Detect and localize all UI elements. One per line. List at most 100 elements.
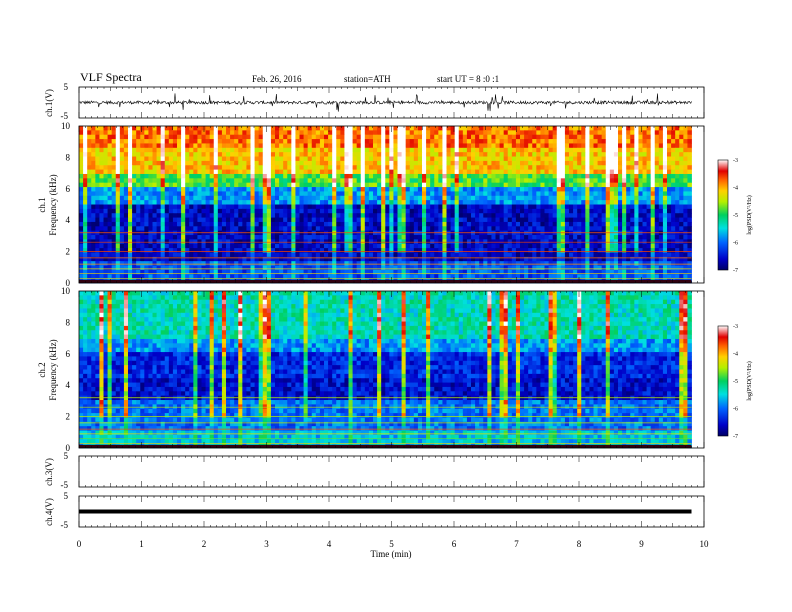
spectrogram-cell — [495, 261, 500, 266]
spectrogram-cell — [111, 226, 117, 232]
spectrogram-cell — [332, 160, 337, 166]
spectrogram-cell — [491, 130, 496, 136]
spectrogram-cell — [605, 248, 611, 253]
spectrogram-cell — [409, 134, 415, 140]
spectrogram-cell — [254, 182, 260, 188]
spectrogram-cell — [103, 204, 108, 210]
spectrogram-cell — [193, 239, 198, 245]
spectrogram-cell — [560, 134, 566, 140]
spectrogram-cell — [520, 187, 525, 192]
spectrogram-cell — [205, 235, 211, 240]
spectrogram-cell — [499, 243, 505, 249]
spectrogram-cell — [409, 182, 415, 188]
spectrogram-cell — [446, 139, 451, 144]
spectrogram-cell — [548, 235, 554, 240]
spectrogram-cell — [434, 239, 439, 245]
spectrogram-cell — [471, 187, 476, 192]
spectrogram-cell — [597, 208, 603, 214]
spectrogram-cell — [156, 139, 162, 144]
spectrogram-cell — [111, 152, 117, 157]
spectrogram-cell — [172, 156, 178, 162]
spectrogram-cell — [581, 213, 586, 218]
spectrogram-cell — [564, 173, 570, 179]
spectrogram-cell — [132, 160, 137, 166]
spectrogram-cell — [91, 235, 96, 240]
spectrogram-cell — [503, 152, 509, 157]
spectrogram-cell — [287, 130, 292, 136]
spectrogram-cell — [234, 252, 239, 258]
spectrogram-cell — [589, 226, 594, 232]
spectrogram-cell — [226, 160, 231, 166]
spectrogram-cell — [430, 173, 435, 179]
spectrogram-cell — [144, 160, 149, 166]
spectrogram-cell — [642, 252, 647, 258]
spectrogram-cell — [662, 165, 668, 171]
spectrogram-cell — [417, 243, 423, 249]
spectrogram-cell — [487, 208, 492, 214]
spectrogram-cell — [601, 217, 607, 223]
spectrogram-cell — [589, 182, 594, 188]
spectrogram-cell — [413, 261, 419, 266]
spectrogram-cell — [589, 143, 594, 149]
spectrogram-cell — [593, 160, 598, 166]
spectrogram-cell — [332, 195, 337, 201]
spectrogram-cell — [385, 143, 390, 149]
spectrogram-cell — [328, 152, 333, 157]
spectrogram-cell — [503, 134, 509, 140]
spectrogram-cell — [491, 248, 496, 253]
spectrogram-cell — [275, 221, 280, 227]
spectrogram-cell — [123, 235, 129, 240]
spectrogram-cell — [368, 178, 374, 184]
spectrogram-cell — [679, 200, 684, 205]
spectrogram-cell — [597, 130, 603, 136]
spectrogram-cell — [123, 126, 129, 131]
spectrogram-cell — [409, 252, 415, 258]
spectrogram-cell — [613, 221, 619, 227]
spectrogram-cell — [495, 252, 500, 258]
spectrogram-cell — [119, 261, 125, 266]
spectrogram-cell — [479, 226, 484, 232]
spectrogram-cell — [556, 130, 562, 136]
spectrogram-cell — [577, 134, 582, 140]
spectrogram-cell — [450, 173, 456, 179]
spectrogram-cell — [630, 173, 635, 179]
spectrogram-cell — [238, 169, 243, 175]
spectrogram-cell — [634, 182, 639, 188]
spectrogram-cell — [430, 160, 435, 166]
spectrogram-cell — [609, 217, 615, 223]
spectrogram-cell — [201, 252, 206, 258]
spectrogram-cell — [585, 261, 590, 266]
spectrogram-cell — [352, 187, 358, 192]
spectrogram-cell — [189, 187, 194, 192]
spectrogram-cell — [487, 217, 492, 223]
spectrogram-cell — [446, 160, 451, 166]
spectrogram-cell — [368, 221, 374, 227]
spectrogram-cell — [226, 173, 231, 179]
spectrogram-cell — [569, 213, 574, 218]
spectrogram-cell — [434, 261, 439, 266]
spectrogram-cell — [128, 235, 133, 240]
spectrogram-cell — [475, 130, 480, 136]
spectrogram-cell — [373, 165, 378, 171]
spectrogram-cell — [148, 143, 153, 149]
spectrogram-cell — [221, 226, 227, 232]
spectrogram-cell — [238, 221, 243, 227]
spectrogram-cell — [238, 182, 243, 188]
spectrogram-cell — [360, 182, 366, 188]
spectrogram-cell — [466, 126, 472, 131]
spectrogram-cell — [564, 160, 570, 166]
spectrogram-cell — [687, 213, 692, 218]
spectrogram-cell — [409, 169, 415, 175]
spectrogram-cell — [520, 248, 525, 253]
spectrogram-cell — [164, 134, 170, 140]
spectrogram-cell — [91, 178, 96, 184]
spectrogram-cell — [667, 191, 672, 197]
spectrogram-cell — [438, 143, 443, 149]
spectrogram-cell — [413, 204, 419, 210]
spectrogram-cell — [87, 126, 92, 131]
spectrogram-cell — [475, 165, 480, 171]
spectrogram-cell — [381, 213, 386, 218]
spectrogram-cell — [658, 130, 664, 136]
spectrogram-cell — [458, 235, 464, 240]
spectrogram-cell — [548, 217, 554, 223]
